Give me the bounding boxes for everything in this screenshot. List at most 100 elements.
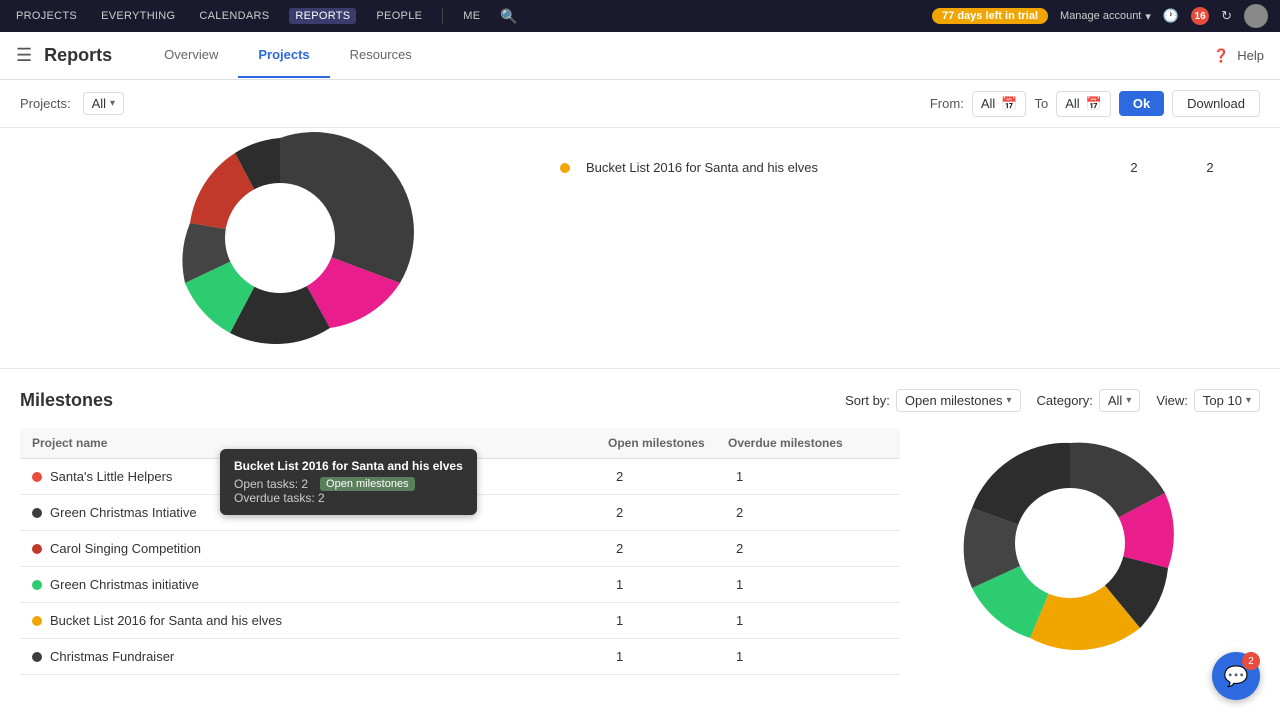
proj-dot [32,580,42,590]
proj-dot [32,472,42,482]
tab-resources[interactable]: Resources [330,33,432,78]
chevron-down-icon: ▾ [1246,395,1251,406]
sort-by: Sort by: Open milestones ▾ [845,389,1020,412]
overdue-count: 2 [728,541,888,556]
open-count: 2 [608,541,728,556]
overdue-count: 1 [728,469,888,484]
proj-name: Green Christmas Intiative [50,505,197,520]
table-row[interactable]: Christmas Fundraiser 1 1 [20,639,900,675]
tooltip-title: Bucket List 2016 for Santa and his elves [234,459,463,473]
projects-label: Projects: [20,96,71,111]
proj-dot [32,652,42,662]
table-row[interactable]: Carol Singing Competition 2 2 [20,531,900,567]
table-row[interactable]: Santa's Little Helpers 2 1 Bucket List 2… [20,459,900,495]
milestones-section: Milestones Sort by: Open milestones ▾ Ca… [0,369,1280,695]
bucket-open: 2 [1104,160,1164,175]
category-by: Category: All ▾ [1037,389,1141,412]
chart-right: Bucket List 2016 for Santa and his elves… [540,128,1260,348]
help-icon: ❓ [1213,48,1229,64]
view-label: View: [1156,393,1188,408]
chat-badge: 2 [1242,652,1260,670]
top-section: Bucket List 2016 for Santa and his elves… [0,128,1280,369]
from-label: From: [930,96,964,111]
chat-bubble[interactable]: 💬 2 [1212,652,1260,700]
tab-projects[interactable]: Projects [238,33,329,78]
overdue-count: 1 [728,577,888,592]
overdue-count: 2 [728,505,888,520]
proj-dot [32,508,42,518]
milestones-header: Milestones Sort by: Open milestones ▾ Ca… [20,389,1260,412]
overdue-count: 1 [728,649,888,664]
proj-name: Carol Singing Competition [50,541,201,556]
app-header: ☰ Reports Overview Projects Resources ❓ … [0,32,1280,80]
tooltip: Bucket List 2016 for Santa and his elves… [220,449,477,515]
help-button[interactable]: ❓ Help [1213,48,1264,64]
calendar-icon: 📅 [1086,96,1102,112]
bucket-name: Bucket List 2016 for Santa and his elves [586,160,1088,175]
bucket-dot [560,163,570,173]
refresh-icon[interactable]: ↻ [1221,8,1232,24]
nav-me[interactable]: ME [459,8,484,24]
hamburger-icon[interactable]: ☰ [16,45,32,66]
tooltip-open: Open tasks: 2 Open milestones [234,477,463,491]
milestones-body: Project name Open milestones Overdue mil… [20,428,1260,675]
tooltip-overdue: Overdue tasks: 2 [234,491,463,505]
proj-name: Green Christmas initiative [50,577,199,592]
toolbar: Projects: All ▾ From: All 📅 To All 📅 Ok … [0,80,1280,128]
overdue-count: 1 [728,613,888,628]
proj-name: Christmas Fundraiser [50,649,174,664]
calendar-icon: 📅 [1001,96,1017,112]
clock-icon[interactable]: 🕐 [1163,8,1179,24]
milestones-controls: Sort by: Open milestones ▾ Category: All… [845,389,1260,412]
col-project-name: Project name [32,436,608,450]
chevron-down-icon: ▾ [1006,395,1011,406]
bucket-overdue: 2 [1180,160,1240,175]
date-range: From: All 📅 To All 📅 Ok Download [930,90,1260,117]
nav-reports[interactable]: REPORTS [289,8,356,24]
project-cell: Christmas Fundraiser [32,649,608,664]
view-select[interactable]: Top 10 ▾ [1194,389,1260,412]
col-open-milestones: Open milestones [608,436,728,450]
header-tabs: Overview Projects Resources [144,33,432,78]
chevron-down-icon: ▾ [1126,395,1131,406]
milestones-table: Project name Open milestones Overdue mil… [20,428,900,675]
open-count: 2 [608,469,728,484]
app-title: Reports [44,45,112,66]
chevron-down-icon: ▾ [110,98,115,109]
download-button[interactable]: Download [1172,90,1260,117]
to-date-input[interactable]: All 📅 [1056,91,1111,117]
nav-divider [442,8,443,24]
project-cell: Carol Singing Competition [32,541,608,556]
view-by: View: Top 10 ▾ [1156,389,1260,412]
main-content: Bucket List 2016 for Santa and his elves… [0,128,1280,695]
nav-everything[interactable]: EVERYTHING [97,8,179,24]
open-count: 1 [608,577,728,592]
left-chart [20,128,540,348]
trial-badge: 77 days left in trial [932,8,1048,24]
proj-dot [32,544,42,554]
right-chart [920,428,1260,675]
ok-button[interactable]: Ok [1119,91,1164,116]
from-date-input[interactable]: All 📅 [972,91,1027,117]
table-row[interactable]: Bucket List 2016 for Santa and his elves… [20,603,900,639]
table-row[interactable]: Green Christmas initiative 1 1 [20,567,900,603]
open-count: 2 [608,505,728,520]
category-select[interactable]: All ▾ [1099,389,1140,412]
projects-select[interactable]: All ▾ [83,92,124,115]
open-count: 1 [608,649,728,664]
nav-projects[interactable]: PROJECTS [12,8,81,24]
nav-calendars[interactable]: CALENDARS [195,8,273,24]
to-label: To [1034,96,1048,111]
bucket-list-row: Bucket List 2016 for Santa and his elves… [560,148,1240,187]
tab-overview[interactable]: Overview [144,33,238,78]
notification-badge[interactable]: 16 [1191,7,1209,25]
proj-name: Santa's Little Helpers [50,469,172,484]
tooltip-badge: Open milestones [320,477,415,491]
manage-account[interactable]: Manage account ▾ [1060,10,1151,23]
sort-select[interactable]: Open milestones ▾ [896,389,1021,412]
nav-people[interactable]: PEOPLE [372,8,426,24]
project-cell: Green Christmas initiative [32,577,608,592]
open-count: 1 [608,613,728,628]
avatar[interactable] [1244,4,1268,28]
search-icon[interactable]: 🔍 [500,8,517,25]
